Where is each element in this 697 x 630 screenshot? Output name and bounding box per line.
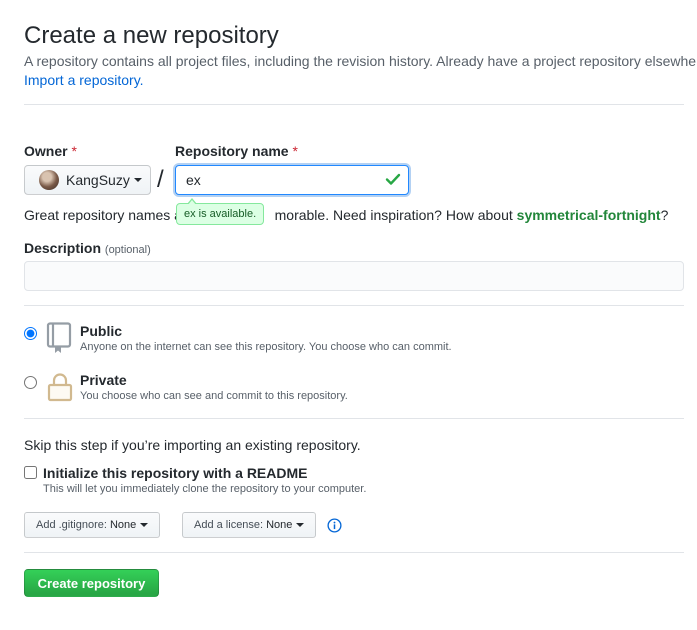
public-radio[interactable] (24, 327, 37, 340)
help-text-middle: morable. Need inspiration? How about (274, 207, 517, 223)
private-title: Private (80, 372, 127, 388)
divider (24, 305, 684, 306)
description-label: Description (optional) (24, 239, 151, 259)
license-label: Add a license: (194, 519, 264, 531)
repository-name-label-text: Repository name (175, 143, 289, 159)
availability-popover: ex is available. (176, 198, 265, 225)
readme-note: This will let you immediately clone the … (43, 483, 367, 495)
page-title: Create a new repository (24, 22, 279, 49)
create-repository-button[interactable]: Create repository (24, 569, 159, 597)
lock-icon (47, 373, 73, 402)
skip-text: Skip this step if you’re importing an ex… (24, 437, 361, 453)
private-note: You choose who can see and commit to thi… (80, 390, 348, 402)
public-note: Anyone on the internet can see this repo… (80, 341, 452, 353)
repo-icon (46, 322, 72, 353)
avatar (39, 170, 59, 190)
check-icon (385, 173, 401, 185)
gitignore-label: Add .gitignore: (36, 519, 107, 531)
caret-down-icon (296, 523, 305, 527)
owner-select[interactable]: KangSuzy (24, 165, 151, 195)
owner-label: Owner * (24, 142, 77, 160)
owner-repo-separator: / (157, 166, 164, 193)
repository-name-help: Great repository names ar morable. Need i… (24, 206, 668, 224)
description-label-text: Description (24, 240, 102, 256)
divider (24, 418, 684, 419)
readme-label[interactable]: Initialize this repository with a README (43, 464, 307, 482)
owner-name: KangSuzy (66, 172, 130, 188)
name-suggestion[interactable]: symmetrical-fortnight (517, 207, 661, 223)
import-repository-link[interactable]: Import a repository. (24, 71, 144, 90)
description-input[interactable] (24, 261, 684, 291)
help-text-end: ? (660, 207, 669, 223)
required-mark: * (292, 143, 298, 159)
gitignore-value: None (109, 519, 137, 531)
divider (24, 104, 684, 105)
divider (24, 552, 684, 553)
readme-checkbox[interactable] (24, 466, 37, 479)
help-text-start: Great repository names ar (24, 207, 187, 223)
gitignore-dropdown[interactable]: Add .gitignore: None (24, 512, 161, 538)
info-icon[interactable] (327, 518, 342, 533)
repository-name-label: Repository name * (175, 142, 298, 160)
caret-down-icon (133, 178, 142, 182)
license-value: None (266, 519, 293, 531)
caret-down-icon (140, 523, 149, 527)
public-title: Public (80, 323, 123, 339)
owner-label-text: Owner (24, 143, 68, 159)
license-dropdown[interactable]: Add a license: None (182, 512, 317, 538)
page-subtitle: A repository contains all project files,… (24, 53, 697, 69)
repository-name-input[interactable] (175, 165, 409, 195)
required-mark: * (71, 143, 77, 159)
private-radio[interactable] (24, 376, 37, 389)
optional-hint: (optional) (104, 244, 151, 256)
